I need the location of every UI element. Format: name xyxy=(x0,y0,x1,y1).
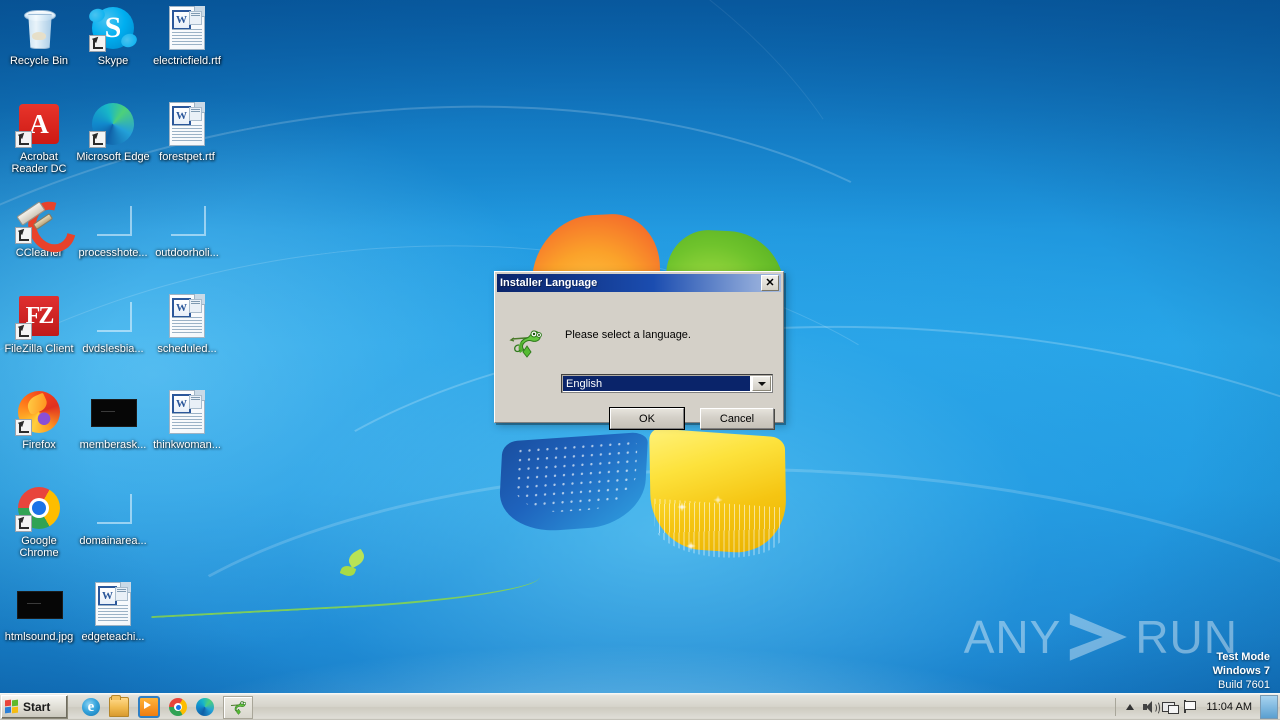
test-mode-line3: Build 7601 xyxy=(1218,679,1270,691)
volume-speaker-icon[interactable] xyxy=(1140,697,1161,717)
ccleaner-icon xyxy=(15,192,85,262)
taskbar: Start e 11:04 AM xyxy=(0,693,1280,720)
internet-explorer-icon[interactable] xyxy=(82,698,100,716)
desktop-icon-label: FileZilla Client xyxy=(4,343,74,355)
windows-media-player-icon[interactable] xyxy=(138,696,160,718)
desktop-icon-label: memberask... xyxy=(79,439,147,451)
desktop-icon-label: edgeteachi... xyxy=(81,631,145,643)
show-hidden-icons-arrow-icon[interactable] xyxy=(1120,697,1140,717)
desktop-icon[interactable]: processhote... xyxy=(76,196,150,259)
language-select[interactable]: English xyxy=(561,374,773,393)
desktop-icon[interactable]: Recycle Bin xyxy=(2,4,76,67)
shortcut-arrow-icon xyxy=(89,131,106,148)
dialog-title-text: Installer Language xyxy=(500,277,598,289)
recycle-bin-icon xyxy=(15,4,63,52)
firefox-icon xyxy=(15,388,63,436)
chevron-down-icon[interactable] xyxy=(752,376,771,391)
quick-launch-bar xyxy=(82,695,214,718)
desktop-icon-label: Recycle Bin xyxy=(9,55,69,67)
windows-explorer-icon[interactable] xyxy=(109,695,129,717)
dialog-message: Please select a language. xyxy=(565,329,691,341)
shortcut-arrow-icon xyxy=(15,227,32,244)
shortcut-arrow-icon xyxy=(15,323,32,340)
desktop-icon[interactable]: Microsoft Edge xyxy=(76,100,150,163)
desktop-icon[interactable]: Wscheduled... xyxy=(150,292,224,355)
show-desktop-button[interactable] xyxy=(1260,695,1278,719)
desktop-icon[interactable]: S Skype xyxy=(76,4,150,67)
desktop-icon[interactable]: Firefox xyxy=(2,388,76,451)
desktop-screen: Recycle Bin S Skype Welectricfield.rtf A Acro… xyxy=(0,0,1280,720)
desktop-icon-label: dvdslesbia... xyxy=(82,343,144,355)
chameleon-installer-icon xyxy=(229,699,247,715)
blank-thumbnail-icon xyxy=(89,196,137,244)
action-center-flag-icon[interactable] xyxy=(1180,697,1200,717)
black-image-thumbnail-icon xyxy=(89,388,137,436)
word-document-icon: W xyxy=(163,388,211,436)
desktop-icon[interactable]: memberask... xyxy=(76,388,150,451)
tray-divider xyxy=(1115,698,1117,716)
desktop-icon[interactable]: A Acrobat Reader DC xyxy=(2,100,76,175)
blank-thumbnail-icon xyxy=(89,484,137,532)
chameleon-installer-icon xyxy=(509,326,543,358)
desktop-icon-label: forestpet.rtf xyxy=(159,151,215,163)
start-button[interactable]: Start xyxy=(1,695,68,719)
blank-thumbnail-icon xyxy=(163,196,211,244)
ok-button[interactable]: OK xyxy=(609,407,685,430)
desktop-icon-label: htmlsound.jpg xyxy=(4,631,74,643)
desktop-icon-label: domainarea... xyxy=(79,535,147,547)
word-document-icon: W xyxy=(163,292,211,340)
microsoft-edge-icon[interactable] xyxy=(196,698,214,716)
desktop-icon[interactable]: Google Chrome xyxy=(2,484,76,559)
taskbar-task-installer-language[interactable] xyxy=(223,695,253,719)
test-mode-line2: Windows 7 xyxy=(1212,665,1270,677)
installer-language-dialog: Installer Language ✕ Please select a lan… xyxy=(494,271,784,430)
desktop-icon[interactable]: outdoorholi... xyxy=(150,196,224,259)
word-document-icon: W xyxy=(163,4,211,52)
blank-thumbnail-icon xyxy=(89,292,137,340)
cancel-button[interactable]: Cancel xyxy=(700,408,774,429)
shortcut-arrow-icon xyxy=(15,131,32,148)
taskbar-clock[interactable]: 11:04 AM xyxy=(1200,701,1260,713)
dialog-title-bar[interactable]: Installer Language ✕ xyxy=(497,274,781,292)
desktop-icon[interactable]: Wthinkwoman... xyxy=(150,388,224,451)
desktop-icon[interactable]: Welectricfield.rtf xyxy=(150,4,224,67)
network-icon[interactable] xyxy=(1160,697,1180,717)
word-document-icon: W xyxy=(163,100,211,148)
desktop-icon-label: electricfield.rtf xyxy=(153,55,221,67)
acrobat-reader-icon: A xyxy=(15,100,63,148)
desktop-icon-label: Microsoft Edge xyxy=(76,151,150,163)
desktop-icon-label: Google Chrome xyxy=(19,535,59,559)
google-chrome-icon xyxy=(15,484,63,532)
close-icon[interactable]: ✕ xyxy=(761,275,779,291)
google-chrome-icon[interactable] xyxy=(169,698,187,716)
desktop-icon-label: Acrobat Reader DC xyxy=(11,151,67,175)
test-mode-line1: Test Mode xyxy=(1216,651,1270,663)
system-tray: 11:04 AM xyxy=(1111,694,1280,720)
desktop-icon-label: Firefox xyxy=(22,439,56,451)
desktop-icon[interactable]: Wedgeteachi... xyxy=(76,580,150,643)
desktop-icon-label: processhote... xyxy=(78,247,148,259)
desktop-icon[interactable]: CCleaner xyxy=(2,192,85,262)
windows-flag-icon xyxy=(5,699,20,714)
skype-icon: S xyxy=(89,4,137,52)
desktop-icon[interactable]: domainarea... xyxy=(76,484,150,547)
black-image-thumbnail-icon xyxy=(15,580,63,628)
start-button-label: Start xyxy=(23,700,51,714)
microsoft-edge-icon xyxy=(89,100,137,148)
filezilla-icon: FZ xyxy=(15,292,63,340)
dialog-body: Please select a language. English OK Can… xyxy=(495,292,783,430)
desktop-icon-label: outdoorholi... xyxy=(155,247,219,259)
desktop-icon[interactable]: htmlsound.jpg xyxy=(2,580,76,643)
desktop-icon-label: scheduled... xyxy=(157,343,217,355)
language-select-value: English xyxy=(563,376,750,391)
shortcut-arrow-icon xyxy=(15,419,32,436)
desktop-icon-label: thinkwoman... xyxy=(153,439,221,451)
shortcut-arrow-icon xyxy=(15,515,32,532)
desktop-icon-label: Skype xyxy=(97,55,129,67)
word-document-icon: W xyxy=(89,580,137,628)
test-mode-watermark: Test Mode Windows 7 Build 7601 xyxy=(1213,650,1270,692)
desktop-icon[interactable]: FZ FileZilla Client xyxy=(2,292,76,355)
desktop-icon[interactable]: Wforestpet.rtf xyxy=(150,100,224,163)
desktop-icon[interactable]: dvdslesbia... xyxy=(76,292,150,355)
